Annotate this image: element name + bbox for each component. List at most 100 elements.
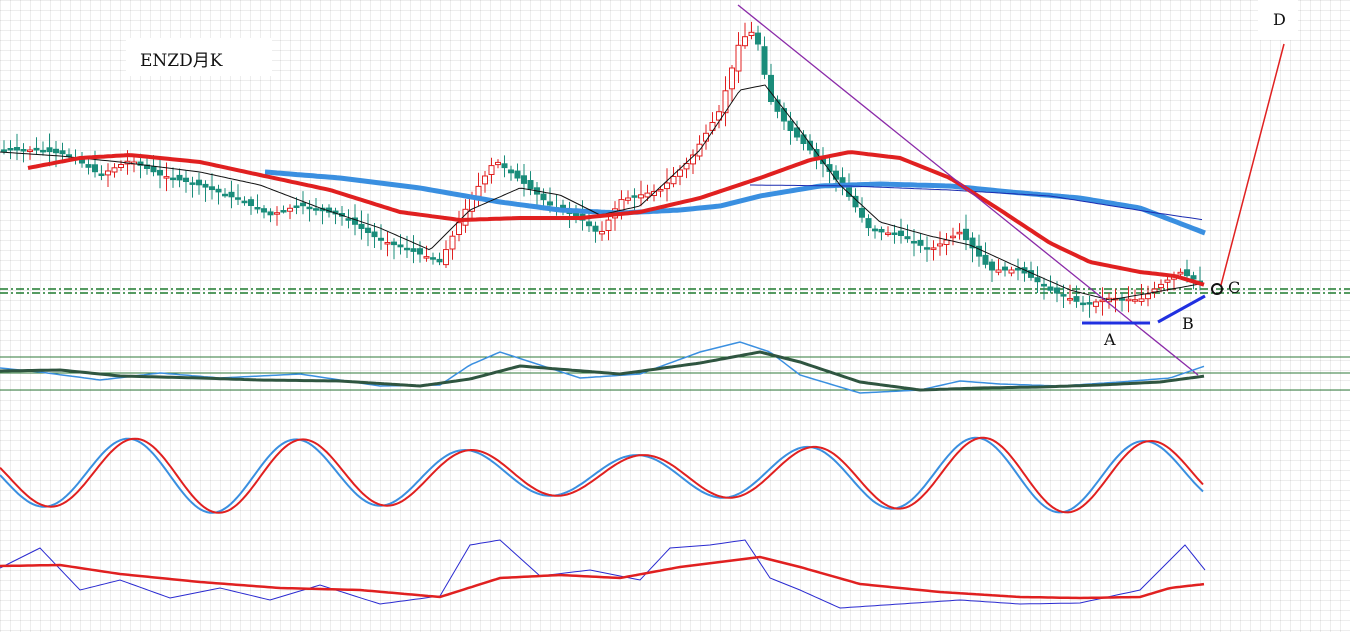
- candle-down: [53, 148, 59, 154]
- candle-down: [1184, 269, 1190, 277]
- candle-up: [423, 256, 430, 259]
- candle-down: [248, 199, 254, 206]
- candle-down: [631, 195, 638, 198]
- panel3-slow-line: [0, 555, 1205, 600]
- candle-down: [787, 120, 794, 131]
- candle-down: [1015, 267, 1021, 271]
- candle-up: [742, 36, 748, 47]
- candle-up: [449, 235, 456, 250]
- candle-down: [982, 254, 989, 265]
- candle-down: [1073, 296, 1080, 302]
- candle-down: [267, 211, 274, 216]
- candle-down: [1060, 294, 1067, 297]
- candle-down: [59, 150, 66, 155]
- candle-up: [1138, 298, 1145, 302]
- candle-down: [540, 193, 547, 201]
- candle-down: [235, 197, 241, 200]
- candle-down: [878, 229, 885, 233]
- candle-down: [14, 147, 20, 151]
- candle-down: [365, 227, 371, 233]
- annotation-label-a: A: [1104, 330, 1116, 349]
- candle-down: [501, 163, 508, 169]
- candle-down: [1047, 286, 1054, 291]
- candle-down: [215, 188, 222, 193]
- candle-down: [904, 236, 911, 240]
- candle-down: [40, 149, 46, 153]
- candle-up: [657, 189, 664, 192]
- candle-up: [1067, 298, 1073, 301]
- candle-down: [46, 147, 53, 153]
- candle-up: [118, 164, 124, 168]
- candle-up: [703, 132, 709, 142]
- candle-down: [417, 248, 423, 255]
- candle-down: [586, 221, 592, 227]
- candle-up: [670, 176, 677, 185]
- candle-up: [664, 182, 670, 190]
- ma-line-blue: [264, 169, 1206, 236]
- candle-down: [85, 164, 92, 168]
- candle-up: [274, 212, 280, 215]
- candle-down: [33, 147, 40, 151]
- candle-down: [761, 46, 768, 75]
- candle-down: [924, 247, 930, 250]
- candle-down: [183, 177, 189, 182]
- candle-up: [105, 170, 111, 176]
- candle-down: [891, 232, 898, 235]
- candle-down: [202, 183, 209, 188]
- candle-down: [781, 108, 787, 122]
- candle-down: [430, 257, 436, 260]
- candle-up: [618, 199, 625, 211]
- candle-down: [157, 169, 163, 176]
- candle-down: [1, 149, 7, 152]
- candle-up: [943, 239, 950, 246]
- candle-up: [1132, 299, 1138, 302]
- candle-down: [1086, 302, 1093, 305]
- candle-down: [800, 134, 807, 144]
- candle-up: [748, 31, 755, 36]
- candle-down: [436, 258, 443, 263]
- candle-down: [1002, 266, 1008, 271]
- candle-down: [196, 179, 202, 186]
- candle-up: [950, 235, 956, 239]
- candle-down: [150, 166, 157, 173]
- candle-down: [859, 208, 865, 218]
- candle-down: [527, 180, 534, 190]
- candle-down: [7, 148, 14, 151]
- chart-root: ENZD月K D A B C: [0, 0, 1350, 632]
- candle-up: [937, 243, 943, 247]
- candle-down: [378, 237, 384, 241]
- candle-up: [27, 149, 33, 152]
- ma-line-red: [27, 150, 1205, 287]
- panel1-fast-line: [0, 341, 1205, 394]
- candle-down: [1034, 277, 1041, 283]
- candle-down: [1041, 283, 1047, 287]
- candle-up: [729, 67, 735, 90]
- candle-up: [930, 247, 937, 250]
- candle-down: [794, 127, 800, 138]
- candle-down: [222, 193, 228, 197]
- candle-down: [865, 218, 872, 229]
- candle-up: [1177, 271, 1184, 275]
- candle-down: [989, 261, 995, 271]
- candle-up: [488, 165, 495, 176]
- candle-down: [261, 208, 267, 213]
- annotation-label-d: D: [1273, 10, 1286, 29]
- candle-down: [313, 208, 319, 211]
- candle-down: [306, 206, 313, 210]
- candle-down: [514, 170, 521, 179]
- candle-up: [482, 175, 488, 185]
- candle-down: [410, 248, 417, 252]
- candle-down: [280, 210, 287, 213]
- candle-down: [20, 149, 27, 152]
- candle-down: [300, 202, 306, 207]
- annotation-label-c: C: [1228, 278, 1241, 297]
- candle-down: [755, 32, 761, 45]
- candle-down: [293, 205, 300, 208]
- candle-down: [189, 182, 196, 185]
- candle-down: [66, 154, 72, 157]
- candle-up: [111, 167, 118, 173]
- candle-down: [768, 74, 774, 103]
- candle-down: [397, 244, 404, 248]
- candle-down: [872, 228, 878, 232]
- candle-down: [898, 230, 904, 236]
